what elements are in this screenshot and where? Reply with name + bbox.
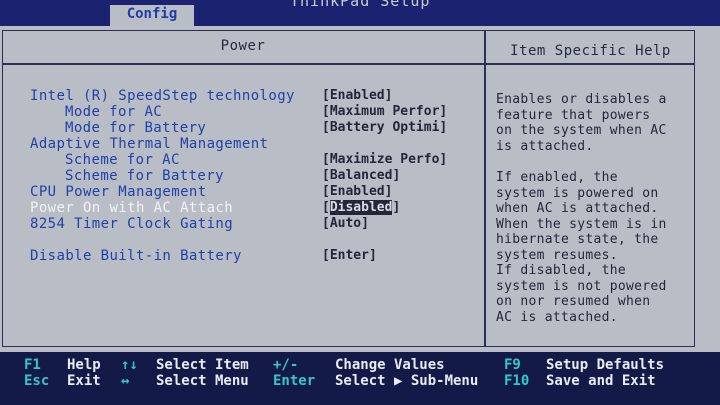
help-line: system resumes. bbox=[496, 247, 618, 263]
setting-label: Intel (R) SpeedStep technology bbox=[30, 88, 295, 104]
key-f1[interactable]: F1 bbox=[24, 357, 41, 373]
setting-label: Mode for Battery bbox=[65, 120, 207, 136]
setting-value[interactable]: [Balanced] bbox=[322, 168, 400, 184]
key-arrows-updown-icon: ↑↓ bbox=[121, 357, 138, 373]
help-line: If disabled, the bbox=[496, 263, 627, 278]
help-line: When the system is in bbox=[496, 216, 667, 232]
help-line: If enabled, the bbox=[496, 170, 618, 185]
help-line: system is powered on bbox=[496, 185, 659, 201]
key-arrows-leftright-icon: ↔ bbox=[121, 373, 130, 389]
setting-scheme-battery[interactable]: Scheme for Battery [Balanced] bbox=[0, 168, 484, 184]
setting-label: Scheme for AC bbox=[65, 152, 180, 168]
key-updown-label: Select Item bbox=[156, 357, 249, 373]
panel-title: Power bbox=[220, 38, 266, 54]
key-plusminus-label: Change Values bbox=[335, 357, 445, 373]
header-divider bbox=[2, 63, 695, 65]
key-enter: Enter bbox=[273, 373, 316, 389]
key-f9[interactable]: F9 bbox=[504, 357, 521, 373]
key-plusminus: +/- bbox=[273, 357, 299, 373]
tab-config[interactable]: Config bbox=[110, 5, 194, 26]
setting-value[interactable]: [Maximum Perfor] bbox=[322, 104, 447, 120]
key-f9-label: Setup Defaults bbox=[546, 357, 665, 373]
setting-value[interactable]: [Enter] bbox=[322, 248, 377, 264]
app-title: ThinkPad Setup bbox=[290, 0, 431, 10]
key-leftright-label: Select Menu bbox=[156, 373, 249, 389]
setting-value[interactable]: [Enabled] bbox=[322, 88, 392, 104]
setting-adaptive-thermal: Adaptive Thermal Management bbox=[0, 136, 484, 152]
setting-value[interactable]: [Disabled] bbox=[322, 200, 400, 216]
setting-timer-gating[interactable]: 8254 Timer Clock Gating [Auto] bbox=[0, 216, 484, 232]
setting-value[interactable]: [Auto] bbox=[322, 216, 369, 232]
setting-speedstep[interactable]: Intel (R) SpeedStep technology [Enabled] bbox=[0, 88, 484, 104]
setting-label: 8254 Timer Clock Gating bbox=[30, 216, 234, 232]
setting-label: Adaptive Thermal Management bbox=[30, 136, 269, 152]
setting-label: CPU Power Management bbox=[30, 184, 207, 200]
key-f10-label: Save and Exit bbox=[546, 373, 656, 389]
key-esc[interactable]: Esc bbox=[24, 373, 49, 389]
key-legend-bar: F1 Help Esc Exit ↑↓ Select Item ↔ Select… bbox=[0, 352, 720, 405]
title-bar: ThinkPad Setup Config bbox=[0, 0, 720, 26]
setting-disable-battery[interactable]: Disable Built-in Battery [Enter] bbox=[0, 248, 484, 264]
panel-divider bbox=[484, 30, 486, 347]
setting-mode-ac[interactable]: Mode for AC [Maximum Perfor] bbox=[0, 104, 484, 120]
setting-label: Disable Built-in Battery bbox=[30, 248, 242, 264]
setting-value[interactable]: [Enabled] bbox=[322, 184, 392, 200]
help-line: system is not powered bbox=[496, 278, 667, 294]
key-f10[interactable]: F10 bbox=[504, 373, 529, 389]
setting-label: Scheme for Battery bbox=[65, 168, 224, 184]
key-f1-label: Help bbox=[67, 357, 101, 373]
key-esc-label: Exit bbox=[67, 373, 101, 389]
help-line: on nor resumed when bbox=[496, 294, 651, 309]
setting-power-on-ac[interactable]: Power On with AC Attach [Disabled] bbox=[0, 200, 484, 216]
setting-value[interactable]: [Battery Optimi] bbox=[322, 120, 447, 136]
bios-screen: ThinkPad Setup Config Power Item Specifi… bbox=[0, 0, 720, 405]
help-line: on the system when AC bbox=[496, 123, 667, 138]
help-line: AC is attached. bbox=[496, 309, 618, 325]
setting-value[interactable]: [Maximize Perfo] bbox=[322, 152, 447, 168]
setting-mode-battery[interactable]: Mode for Battery [Battery Optimi] bbox=[0, 120, 484, 136]
setting-scheme-ac[interactable]: Scheme for AC [Maximize Perfo] bbox=[0, 152, 484, 168]
help-line: when AC is attached. bbox=[496, 201, 659, 216]
setting-label: Mode for AC bbox=[65, 104, 163, 120]
setting-cpu-power[interactable]: CPU Power Management [Enabled] bbox=[0, 184, 484, 200]
setting-label: Power On with AC Attach bbox=[30, 200, 234, 216]
help-line: is attached. bbox=[496, 138, 594, 154]
help-line: hibernate state, the bbox=[496, 232, 659, 247]
key-enter-label: Select ▶ Sub-Menu bbox=[335, 373, 479, 389]
help-line: Enables or disables a bbox=[496, 92, 667, 107]
help-line: feature that powers bbox=[496, 107, 651, 123]
help-title: Item Specific Help bbox=[510, 43, 671, 59]
